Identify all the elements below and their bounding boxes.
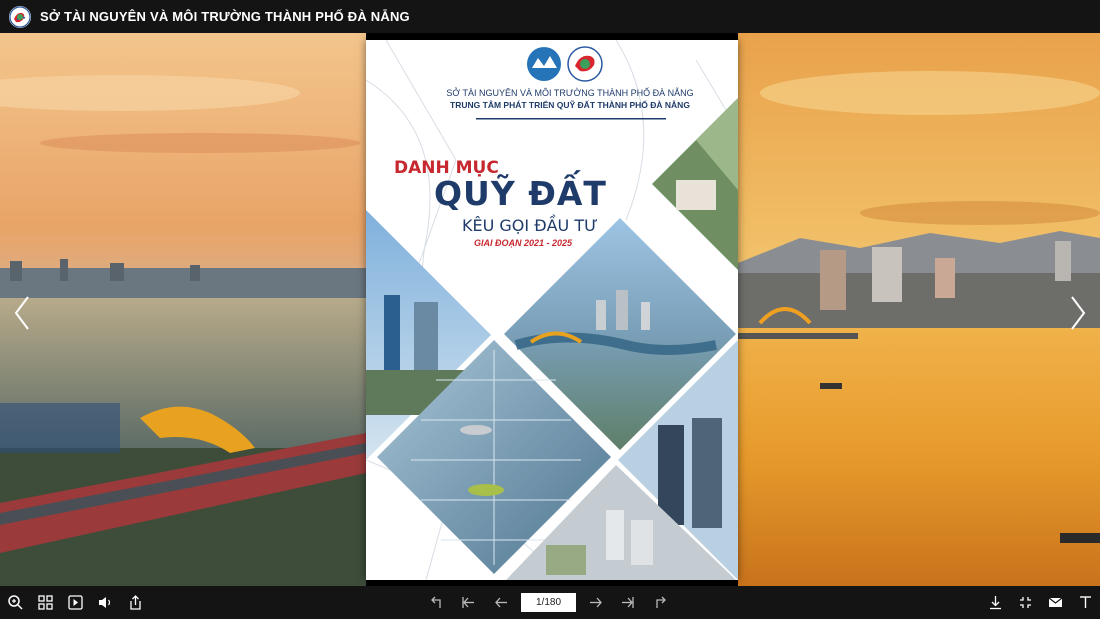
undo-icon[interactable] — [428, 593, 447, 612]
book-cover-page[interactable]: SỞ TÀI NGUYÊN VÀ MÔI TRƯỜNG THÀNH PHỐ ĐÀ… — [366, 40, 738, 580]
next-page-icon[interactable] — [586, 593, 605, 612]
viewer-stage: SỞ TÀI NGUYÊN VÀ MÔI TRƯỜNG THÀNH PHỐ ĐÀ… — [0, 33, 1100, 586]
previous-arrow-icon[interactable] — [10, 293, 34, 333]
top-bar: SỞ TÀI NGUYÊN VÀ MÔI TRƯỜNG THÀNH PHỐ ĐÀ… — [0, 0, 1100, 33]
fullscreen-icon[interactable] — [1016, 593, 1035, 612]
cover-center-name: TRUNG TÂM PHÁT TRIỂN QUỸ ĐẤT THÀNH PHỐ Đ… — [450, 100, 690, 110]
first-page-icon[interactable] — [459, 593, 478, 612]
redo-icon[interactable] — [650, 593, 669, 612]
zoom-icon[interactable] — [6, 593, 25, 612]
site-title: SỞ TÀI NGUYÊN VÀ MÔI TRƯỜNG THÀNH PHỐ ĐÀ… — [40, 9, 410, 24]
page-number-input[interactable]: 1/180 — [521, 593, 576, 612]
cover-artwork — [366, 40, 738, 580]
next-arrow-icon[interactable] — [1066, 293, 1090, 333]
email-icon[interactable] — [1046, 593, 1065, 612]
last-page-icon[interactable] — [618, 593, 637, 612]
thumbnails-icon[interactable] — [36, 593, 55, 612]
sound-icon[interactable] — [96, 593, 115, 612]
previous-page-icon[interactable] — [492, 593, 511, 612]
cover-title-line3: KÊU GỌI ĐẦU TƯ — [462, 216, 598, 235]
department-logo — [9, 5, 31, 28]
cover-title-line2: QUỸ ĐẤT — [434, 174, 607, 213]
cover-org-name: SỞ TÀI NGUYÊN VÀ MÔI TRƯỜNG THÀNH PHỐ ĐÀ… — [446, 88, 694, 98]
share-icon[interactable] — [126, 593, 145, 612]
cover-period: GIAI ĐOẠN 2021 - 2025 — [474, 238, 573, 248]
autoplay-icon[interactable] — [66, 593, 85, 612]
text-icon[interactable] — [1076, 593, 1095, 612]
download-icon[interactable] — [986, 593, 1005, 612]
